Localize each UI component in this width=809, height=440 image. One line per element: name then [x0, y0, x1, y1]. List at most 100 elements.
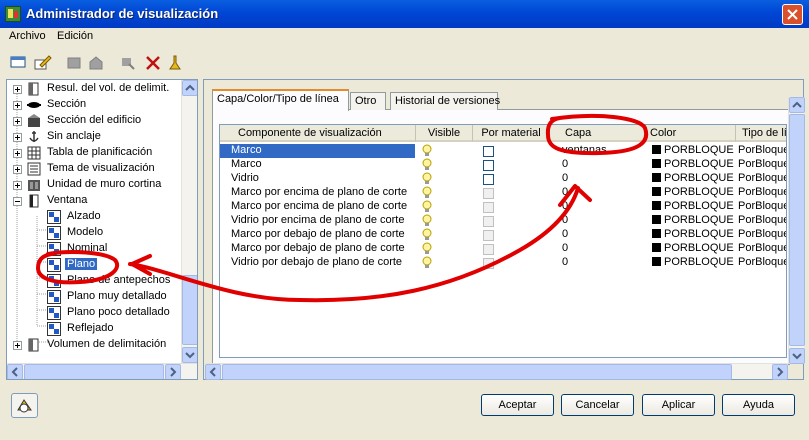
components-grid[interactable]: Componente de visualización Visible Por …	[219, 124, 787, 358]
color-cell[interactable]: PORBLOQUE	[652, 228, 736, 242]
expand-icon[interactable]	[13, 181, 22, 190]
scroll-thumb[interactable]	[24, 364, 164, 379]
capa-cell[interactable]: 0	[562, 242, 642, 256]
menu-archivo[interactable]: Archivo	[9, 30, 46, 42]
scroll-up-button[interactable]	[182, 80, 197, 96]
capa-cell[interactable]: 0	[562, 228, 642, 242]
component-cell[interactable]: Marco por debajo de plano de corte	[220, 228, 415, 242]
scroll-left-button[interactable]	[7, 364, 23, 379]
cancel-button[interactable]: Cancelar	[561, 394, 634, 416]
por-material-checkbox[interactable]	[483, 216, 494, 227]
tree-item-modelo[interactable]: Modelo	[7, 225, 187, 241]
expand-icon[interactable]	[13, 133, 22, 142]
por-material-checkbox[interactable]	[483, 258, 494, 269]
color-cell[interactable]: PORBLOQUE	[652, 144, 736, 158]
collapse-icon[interactable]	[13, 197, 22, 206]
capa-cell[interactable]: 0	[562, 172, 642, 186]
column-header-tipo-linea[interactable]: Tipo de lín	[736, 125, 786, 142]
scroll-right-button[interactable]	[772, 364, 788, 380]
scroll-thumb[interactable]	[222, 364, 732, 380]
color-cell[interactable]: PORBLOQUE	[652, 200, 736, 214]
edit-icon[interactable]	[34, 55, 52, 71]
column-header-capa[interactable]: Capa	[550, 125, 646, 142]
tree-item-seccion-edificio[interactable]: Sección del edificio	[7, 113, 187, 129]
lightbulb-icon[interactable]	[421, 242, 435, 256]
color-cell[interactable]: PORBLOQUE	[652, 256, 736, 270]
tree-item-nominal[interactable]: Nominal	[7, 241, 187, 257]
component-cell[interactable]: Marco	[220, 144, 415, 158]
menu-edicion[interactable]: Edición	[57, 30, 93, 42]
capa-cell[interactable]: 0	[562, 186, 642, 200]
column-header-visible[interactable]: Visible	[416, 125, 473, 142]
color-cell[interactable]: PORBLOQUE	[652, 186, 736, 200]
color-cell[interactable]: PORBLOQUE	[652, 242, 736, 256]
delete-icon[interactable]	[145, 55, 163, 71]
tree-item-volumen-delimitacion[interactable]: Volumen de delimitación	[7, 337, 187, 353]
purge-icon[interactable]	[120, 55, 138, 71]
tipo-linea-cell[interactable]: PorBloque	[738, 256, 786, 270]
component-cell[interactable]: Marco por debajo de plano de corte	[220, 242, 415, 256]
tab-capa-color[interactable]: Capa/Color/Tipo de línea	[212, 89, 349, 111]
por-material-checkbox[interactable]	[483, 230, 494, 241]
por-material-checkbox[interactable]	[483, 244, 494, 255]
paste-icon[interactable]	[88, 55, 106, 71]
tree-horizontal-scrollbar[interactable]	[7, 363, 197, 379]
expand-icon[interactable]	[13, 101, 22, 110]
component-cell[interactable]: Marco por encima de plano de corte	[220, 200, 415, 214]
scroll-down-button[interactable]	[789, 348, 805, 364]
scroll-right-button[interactable]	[165, 364, 181, 379]
tree-item-resul-vol[interactable]: Resul. del vol. de delimit.	[7, 81, 187, 97]
column-header-por-material[interactable]: Por material	[473, 125, 550, 142]
tree-item-plano[interactable]: Plano	[7, 257, 187, 273]
tree-item-seccion[interactable]: Sección	[7, 97, 187, 113]
component-cell[interactable]: Vidrio por encima de plano de corte	[220, 214, 415, 228]
scroll-up-button[interactable]	[789, 97, 805, 113]
tipo-linea-cell[interactable]: PorBloque	[738, 172, 786, 186]
color-cell[interactable]: PORBLOQUE	[652, 214, 736, 228]
color-cell[interactable]: PORBLOQUE	[652, 158, 736, 172]
color-cell[interactable]: PORBLOQUE	[652, 172, 736, 186]
tipo-linea-cell[interactable]: PorBloque	[738, 200, 786, 214]
grid-horizontal-scrollbar[interactable]	[205, 363, 788, 380]
tab-historial[interactable]: Historial de versiones	[390, 92, 500, 110]
tipo-linea-cell[interactable]: PorBloque	[738, 242, 786, 256]
tree-item-ventana[interactable]: Ventana	[7, 193, 187, 209]
component-cell[interactable]: Vidrio	[220, 172, 415, 186]
scroll-down-button[interactable]	[182, 347, 197, 363]
scroll-thumb[interactable]	[182, 275, 197, 345]
tipo-linea-cell[interactable]: PorBloque	[738, 228, 786, 242]
accept-button[interactable]: Aceptar	[481, 394, 554, 416]
column-header-componente[interactable]: Componente de visualización	[220, 125, 416, 142]
lightbulb-icon[interactable]	[421, 186, 435, 200]
clean-icon[interactable]	[167, 55, 185, 71]
tree-item-plano-antepechos[interactable]: Plano de antepechos	[7, 273, 187, 289]
tipo-linea-cell[interactable]: PorBloque	[738, 186, 786, 200]
tree-item-tabla-planificacion[interactable]: Tabla de planificación	[7, 145, 187, 161]
tree-item-muro-cortina[interactable]: Unidad de muro cortina	[7, 177, 187, 193]
expand-icon[interactable]	[13, 85, 22, 94]
scroll-left-button[interactable]	[205, 364, 221, 380]
close-button[interactable]	[782, 4, 803, 25]
lightbulb-icon[interactable]	[421, 200, 435, 214]
help-button[interactable]: Ayuda	[722, 394, 795, 416]
capa-cell[interactable]: 0	[562, 158, 642, 172]
tree-vertical-scrollbar[interactable]	[181, 80, 197, 363]
por-material-checkbox[interactable]	[483, 202, 494, 213]
expand-icon[interactable]	[13, 341, 22, 350]
expand-icon[interactable]	[13, 117, 22, 126]
lightbulb-icon[interactable]	[421, 158, 435, 172]
expand-icon[interactable]	[13, 165, 22, 174]
scroll-thumb[interactable]	[789, 114, 805, 346]
por-material-checkbox[interactable]	[483, 146, 494, 157]
tree-item-plano-muy-detallado[interactable]: Plano muy detallado	[7, 289, 187, 305]
new-icon[interactable]	[10, 55, 28, 71]
tree-panel[interactable]: Resul. del vol. de delimit. Sección Secc…	[6, 79, 198, 380]
por-material-checkbox[interactable]	[483, 160, 494, 171]
tipo-linea-cell[interactable]: PorBloque	[738, 158, 786, 172]
por-material-checkbox[interactable]	[483, 174, 494, 185]
lightbulb-icon[interactable]	[421, 144, 435, 158]
lightbulb-icon[interactable]	[421, 256, 435, 270]
copy-icon[interactable]	[66, 55, 84, 71]
capa-cell[interactable]: 0	[562, 256, 642, 270]
grid-vertical-scrollbar[interactable]	[788, 97, 805, 364]
